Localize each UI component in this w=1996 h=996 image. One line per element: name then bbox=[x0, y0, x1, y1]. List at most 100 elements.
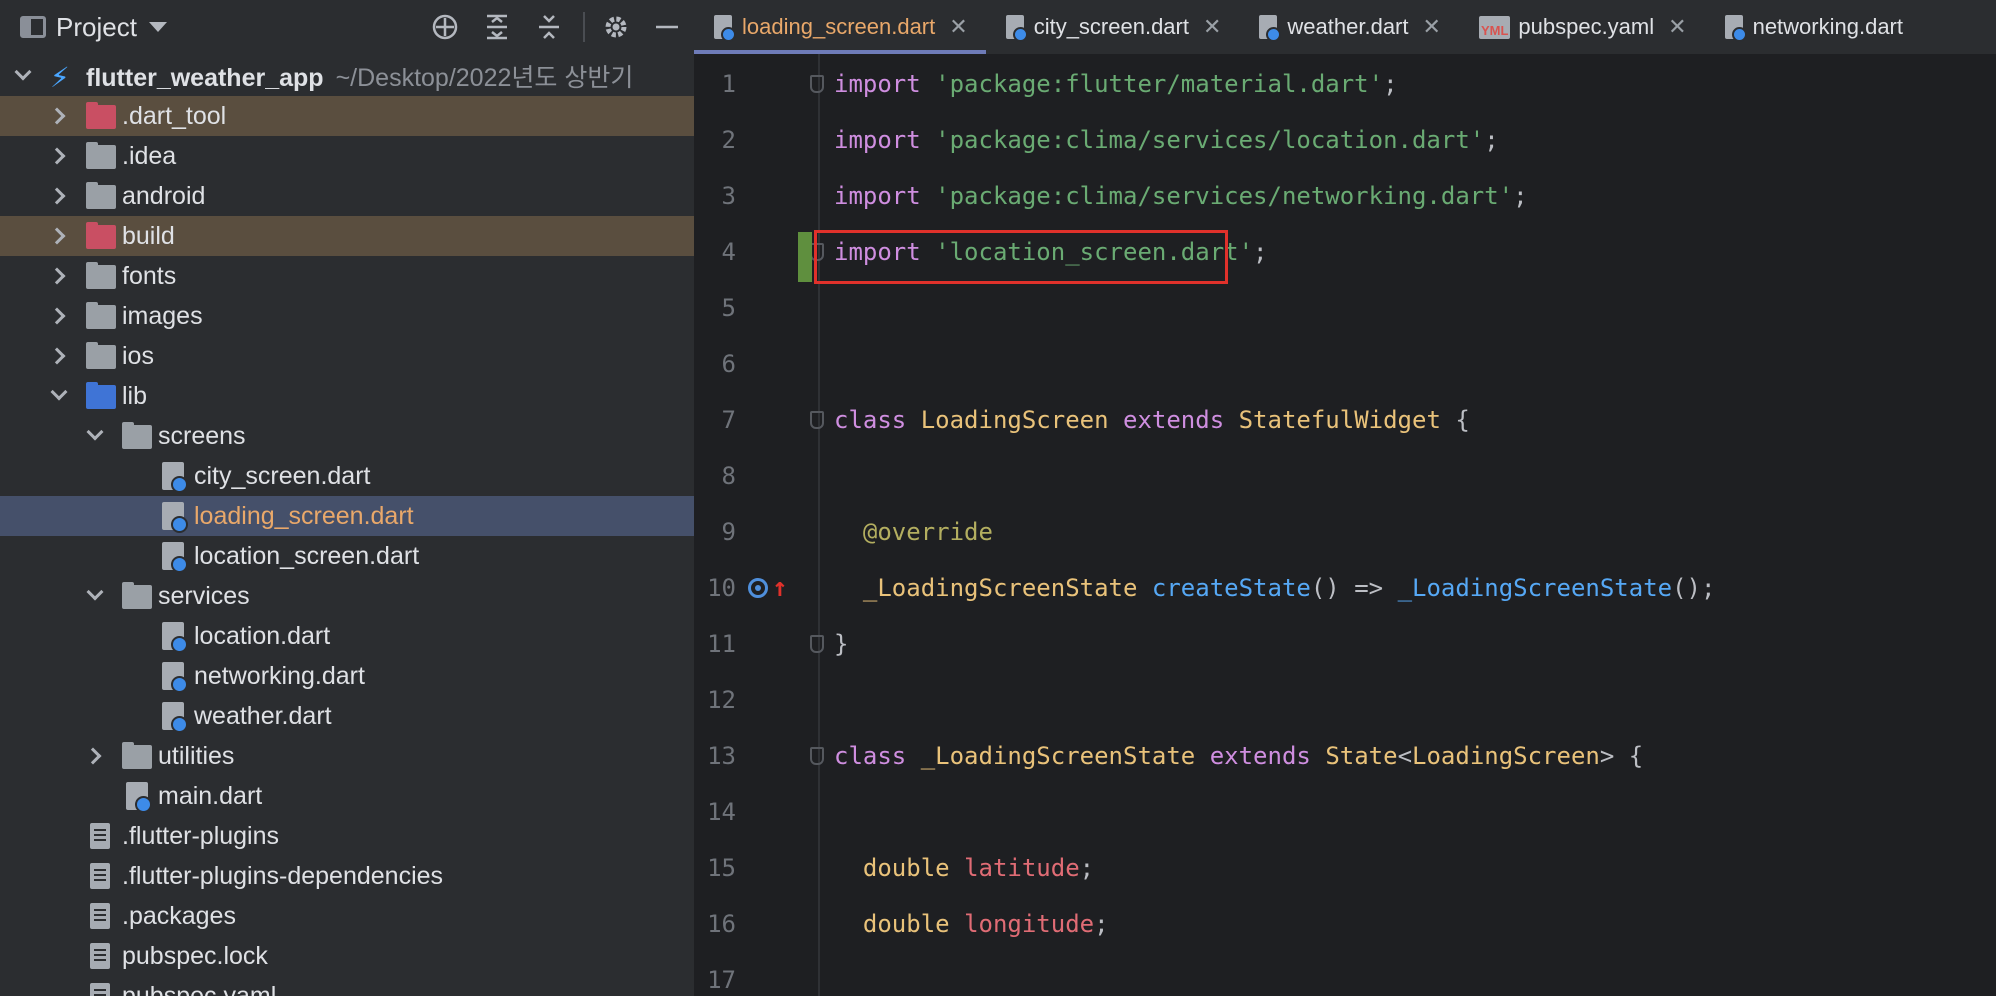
folder-icon bbox=[122, 582, 152, 609]
code-token: ; bbox=[1253, 238, 1268, 266]
tree-item-flutter-plugins[interactable]: .flutter-plugins bbox=[0, 816, 694, 856]
override-icon[interactable] bbox=[748, 578, 768, 598]
close-icon[interactable]: ✕ bbox=[1203, 14, 1221, 40]
code-line[interactable]: 16 double longitude; bbox=[694, 896, 1996, 952]
tree-item-flutter-plugins-dependencies[interactable]: .flutter-plugins-dependencies bbox=[0, 856, 694, 896]
chevron-right-icon[interactable] bbox=[48, 267, 66, 285]
chevron-right-icon[interactable] bbox=[48, 307, 66, 325]
minimize-icon[interactable] bbox=[652, 12, 682, 42]
tree-item-label: android bbox=[122, 181, 206, 210]
fold-marker-icon[interactable] bbox=[810, 747, 824, 765]
code-token: 'package:clima/services/networking.dart' bbox=[935, 182, 1514, 210]
code-token: createState bbox=[1151, 574, 1311, 602]
code-line[interactable]: 3 import 'package:clima/services/networki… bbox=[694, 168, 1996, 224]
dart-file-icon bbox=[1259, 15, 1282, 42]
tab-label: pubspec.yaml bbox=[1518, 14, 1655, 39]
chevron-down-icon[interactable] bbox=[50, 383, 68, 401]
code-token: latitude bbox=[964, 854, 1080, 882]
chevron-right-icon[interactable] bbox=[48, 187, 66, 205]
code-line[interactable]: 17 bbox=[694, 952, 1996, 996]
tree-root[interactable]: ⚡ flutter_weather_app ~/Desktop/2022년도 상반… bbox=[0, 56, 694, 96]
tree-item-main[interactable]: main.dart bbox=[0, 776, 694, 816]
tree-item-fonts[interactable]: fonts bbox=[0, 256, 694, 296]
code-token: ; bbox=[1079, 854, 1095, 882]
chevron-right-icon[interactable] bbox=[48, 107, 66, 125]
tab-networking[interactable]: networking.dart bbox=[1705, 0, 1921, 54]
code-text: @override bbox=[834, 518, 993, 546]
line-number: 15 bbox=[707, 854, 736, 882]
code-line[interactable]: 11} bbox=[694, 616, 1996, 672]
tab-weather[interactable]: weather.dart ✕ bbox=[1239, 0, 1459, 54]
tree-item-images[interactable]: images bbox=[0, 296, 694, 336]
code-line[interactable]: 5 bbox=[694, 280, 1996, 336]
tree-item-idea[interactable]: .idea bbox=[0, 136, 694, 176]
tree-item-pubspec-yaml[interactable]: pubspec.yaml bbox=[0, 976, 694, 996]
code-line[interactable]: 13 class _LoadingScreenState extends Stat… bbox=[694, 728, 1996, 784]
chevron-down-icon[interactable] bbox=[86, 423, 104, 441]
code-line[interactable]: 6 bbox=[694, 336, 1996, 392]
module-folder-icon bbox=[86, 342, 116, 369]
tree-item-ios[interactable]: ios bbox=[0, 336, 694, 376]
tree-item-label: .flutter-plugins-dependencies bbox=[122, 861, 444, 890]
tree-item-utilities[interactable]: utilities bbox=[0, 736, 694, 776]
crosshair-icon[interactable] bbox=[430, 12, 460, 42]
code-token: import bbox=[834, 126, 921, 154]
tree-item-label: services bbox=[158, 581, 250, 610]
chevron-right-icon[interactable] bbox=[48, 347, 66, 365]
chevron-right-icon[interactable] bbox=[84, 747, 102, 765]
line-number: 2 bbox=[721, 126, 736, 154]
tree-item-weather[interactable]: weather.dart bbox=[0, 696, 694, 736]
chevron-right-icon[interactable] bbox=[48, 147, 66, 165]
module-folder-icon bbox=[86, 182, 116, 209]
chevron-right-icon[interactable] bbox=[48, 227, 66, 245]
code-line[interactable]: 12 bbox=[694, 672, 1996, 728]
code-token: LoadingScreen bbox=[920, 406, 1109, 434]
code-token: 'package:clima/services/location.dart' bbox=[935, 126, 1485, 154]
code-line[interactable]: 15 double latitude; bbox=[694, 840, 1996, 896]
tree-item-dart-tool[interactable]: .dart_tool bbox=[0, 96, 694, 136]
code-line[interactable]: 14 bbox=[694, 784, 1996, 840]
tree-item-location-screen[interactable]: location_screen.dart bbox=[0, 536, 694, 576]
chevron-down-icon[interactable] bbox=[14, 63, 32, 81]
chevron-down-icon[interactable] bbox=[148, 22, 167, 32]
fold-marker-icon[interactable] bbox=[810, 635, 824, 653]
tab-pubspec[interactable]: YML pubspec.yaml ✕ bbox=[1459, 0, 1705, 54]
code-line[interactable]: 10 ↑ _LoadingScreenState createState() =>… bbox=[694, 560, 1996, 616]
tree-item-android[interactable]: android bbox=[0, 176, 694, 216]
tree-item-screens[interactable]: screens bbox=[0, 416, 694, 456]
expand-all-icon[interactable] bbox=[482, 12, 512, 42]
code-line[interactable]: 8 bbox=[694, 448, 1996, 504]
close-icon[interactable]: ✕ bbox=[1423, 14, 1441, 40]
tree-item-loading-screen[interactable]: loading_screen.dart bbox=[0, 496, 694, 536]
code-token: import bbox=[834, 182, 921, 210]
gear-icon[interactable] bbox=[601, 12, 631, 42]
chevron-down-icon[interactable] bbox=[86, 583, 104, 601]
project-panel-title[interactable]: Project bbox=[56, 12, 137, 43]
config-folder-icon bbox=[86, 142, 116, 169]
code-line[interactable]: 7 class LoadingScreen extends StatefulWid… bbox=[694, 392, 1996, 448]
tab-city-screen[interactable]: city_screen.dart ✕ bbox=[986, 0, 1240, 54]
line-number: 12 bbox=[707, 686, 736, 714]
tree-item-build[interactable]: build bbox=[0, 216, 694, 256]
code-line[interactable]: 2 import 'package:clima/services/location… bbox=[694, 112, 1996, 168]
tree-item-services[interactable]: services bbox=[0, 576, 694, 616]
collapse-all-icon[interactable] bbox=[534, 12, 564, 42]
tab-loading-screen[interactable]: loading_screen.dart ✕ bbox=[694, 0, 986, 54]
code-line[interactable]: 9 @override bbox=[694, 504, 1996, 560]
tree-item-lib[interactable]: lib bbox=[0, 376, 694, 416]
fold-marker-icon[interactable] bbox=[810, 411, 824, 429]
tree-item-city-screen[interactable]: city_screen.dart bbox=[0, 456, 694, 496]
implements-arrow-icon[interactable]: ↑ bbox=[772, 573, 788, 603]
tree-item-packages[interactable]: .packages bbox=[0, 896, 694, 936]
tree-item-location[interactable]: location.dart bbox=[0, 616, 694, 656]
close-icon[interactable]: ✕ bbox=[949, 14, 967, 40]
close-icon[interactable]: ✕ bbox=[1668, 14, 1686, 40]
code-token: ; bbox=[1513, 182, 1528, 210]
text-file-icon bbox=[90, 823, 110, 849]
code-line[interactable]: 1 import 'package:flutter/material.dart'; bbox=[694, 56, 1996, 112]
tree-item-networking[interactable]: networking.dart bbox=[0, 656, 694, 696]
fold-marker-icon[interactable] bbox=[810, 75, 824, 93]
tree-item-pubspec-lock[interactable]: pubspec.lock bbox=[0, 936, 694, 976]
